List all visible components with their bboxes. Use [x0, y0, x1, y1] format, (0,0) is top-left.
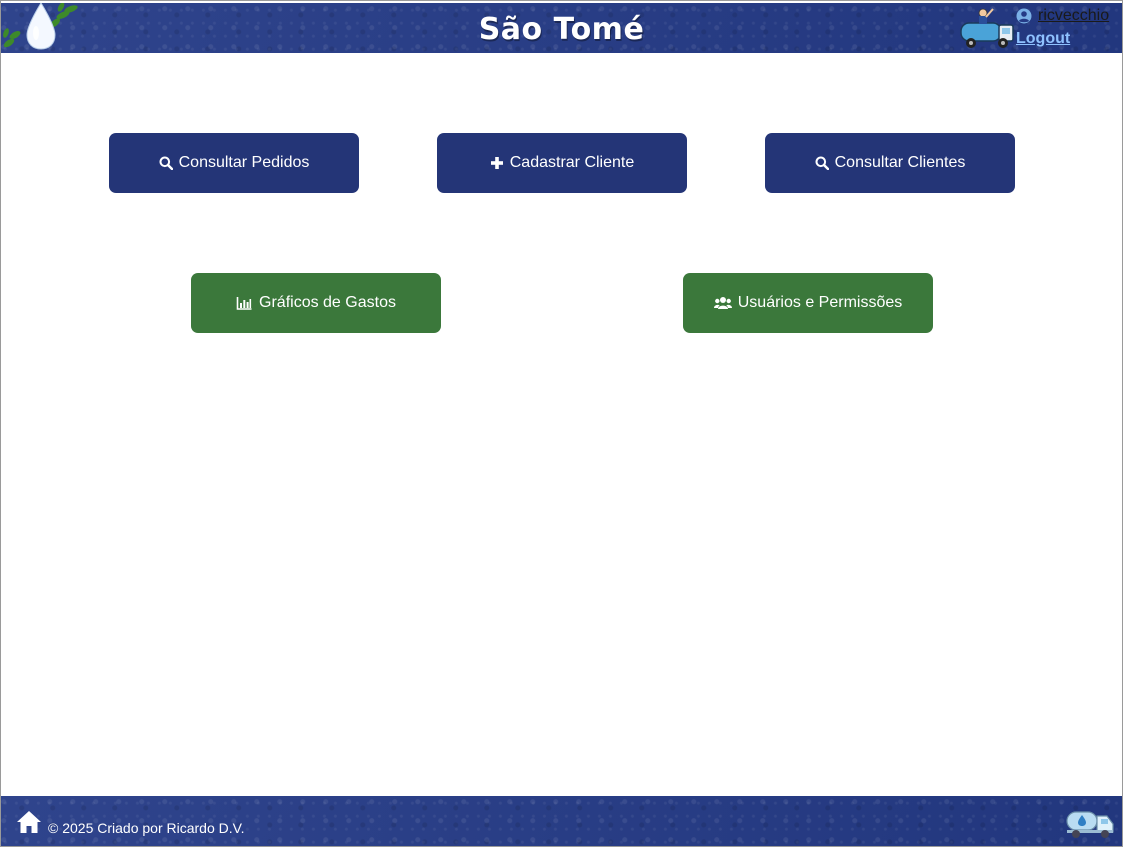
user-line: ricvecchio — [1016, 6, 1109, 26]
home-icon[interactable] — [16, 810, 42, 834]
users-icon — [713, 297, 732, 309]
consultar-clientes-label: Consultar Clientes — [834, 154, 966, 171]
username-link[interactable]: ricvecchio — [1038, 7, 1109, 25]
page-title: São Tomé — [478, 12, 645, 47]
header-bar: São Tomé ricvecchio Logout — [1, 3, 1122, 53]
footer-bar: © 2025 Criado por Ricardo D.V. — [1, 796, 1122, 846]
consultar-pedidos-button[interactable]: Consultar Pedidos — [109, 133, 359, 193]
consultar-pedidos-label: Consultar Pedidos — [178, 154, 310, 171]
bar-chart-icon — [236, 297, 252, 310]
usuarios-e-permissoes-button[interactable]: Usuários e Permissões — [683, 273, 933, 333]
logout-link[interactable]: Logout — [1016, 30, 1109, 48]
cadastrar-cliente-label: Cadastrar Cliente — [509, 154, 635, 171]
plus-icon — [490, 157, 503, 169]
app-frame — [0, 0, 1123, 847]
copyright-text: © 2025 Criado por Ricardo D.V. — [48, 820, 245, 836]
consultar-clientes-button[interactable]: Consultar Clientes — [765, 133, 1015, 193]
water-truck-icon — [1066, 811, 1114, 838]
graficos-de-gastos-label: Gráficos de Gastos — [259, 294, 396, 311]
graficos-de-gastos-button[interactable]: Gráficos de Gastos — [191, 273, 441, 333]
user-area: ricvecchio Logout — [1016, 6, 1109, 48]
cadastrar-cliente-button[interactable]: Cadastrar Cliente — [437, 133, 687, 193]
user-circle-icon — [1016, 8, 1032, 24]
search-icon — [159, 156, 173, 170]
usuarios-e-permissoes-label: Usuários e Permissões — [737, 294, 903, 311]
search-icon — [815, 156, 829, 170]
water-truck-driver-icon — [960, 8, 1014, 48]
